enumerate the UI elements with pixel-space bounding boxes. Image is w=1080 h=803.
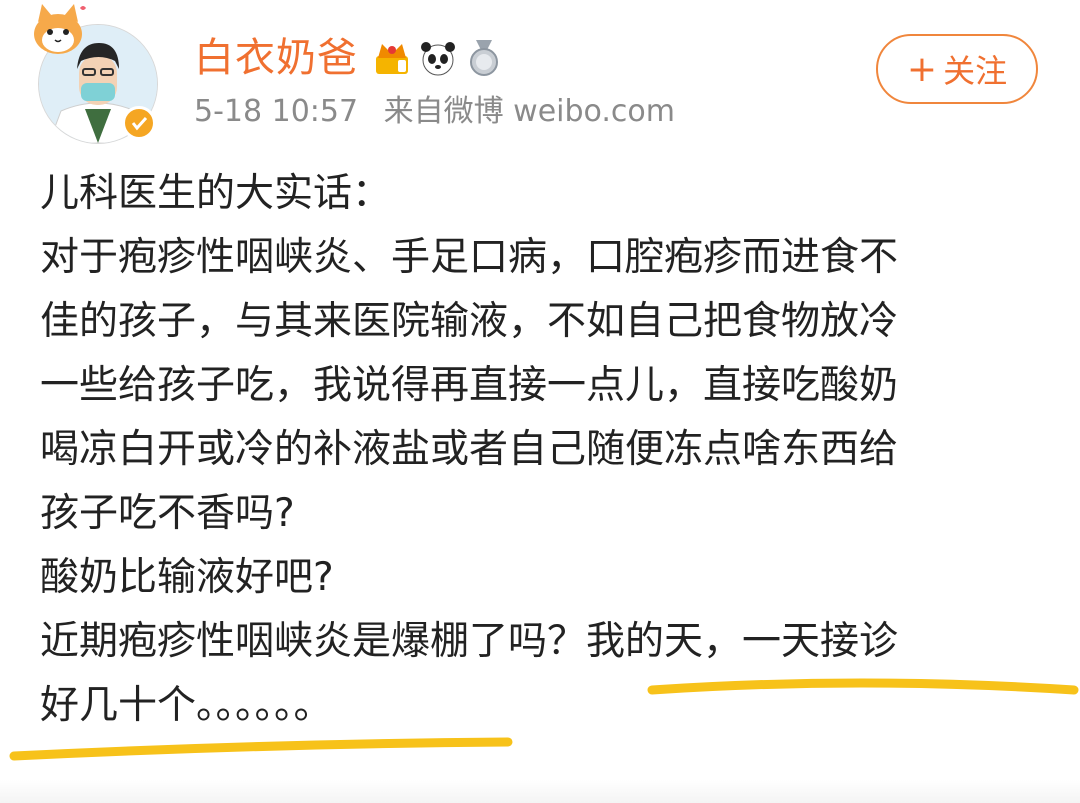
panda-badge-icon[interactable]: [418, 38, 458, 78]
highlight-underline: [9, 737, 513, 761]
post-source[interactable]: 来自微博 weibo.com: [384, 94, 675, 129]
plus-icon: +: [906, 48, 938, 90]
post-timestamp: 5-18 10:57: [194, 94, 359, 129]
bottom-fade: [0, 780, 1080, 803]
username[interactable]: 白衣奶爸: [194, 34, 358, 82]
post-meta: 5-18 10:57 来自微博 weibo.com: [194, 92, 675, 132]
crown-badge-icon[interactable]: [372, 38, 412, 78]
post-text-line: 一些给孩子吃，我说得再直接一点儿，直接吃酸奶: [40, 363, 899, 408]
post-text-line: 好几十个。。。。。。: [40, 683, 333, 728]
post-text-line: 佳的孩子，与其来医院输液，不如自己把食物放冷: [40, 299, 899, 344]
post-text-line: 对于疱疹性咽峡炎、手足口病，口腔疱疹而进食不: [40, 235, 899, 280]
follow-label: 关注: [943, 52, 1008, 90]
user-badges: [372, 36, 504, 80]
post-text-line: 喝凉白开或冷的补液盐或者自己随便冻点啥东西给: [40, 427, 899, 472]
medal-badge-icon[interactable]: [464, 38, 504, 78]
post-text: 儿科医生的大实话： 对于疱疹性咽峡炎、手足口病，口腔疱疹而进食不 佳的孩子，与其…: [40, 162, 1050, 738]
verified-badge-icon: [122, 106, 156, 140]
post-text-line: 孩子吃不香吗?: [40, 491, 295, 536]
post-text-line: 儿科医生的大实话：: [40, 171, 392, 216]
cat-pendant-icon: [34, 4, 86, 54]
follow-button[interactable]: + 关注: [876, 34, 1038, 104]
post-text-line: 近期疱疹性咽峡炎是爆棚了吗？我的天，一天接诊: [40, 619, 899, 664]
post-text-line: 酸奶比输液好吧?: [40, 555, 334, 600]
avatar-container[interactable]: [34, 4, 164, 144]
